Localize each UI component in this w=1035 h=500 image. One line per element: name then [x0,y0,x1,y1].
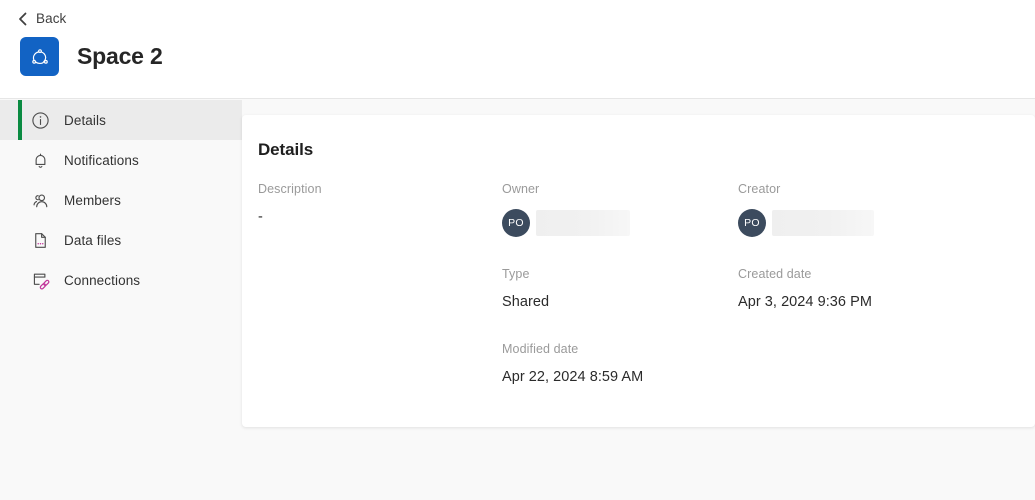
field-value: - [258,209,263,225]
field-owner: Owner PO [502,182,738,237]
sidebar-item-connections[interactable]: Connections [0,260,242,300]
field-value: Apr 3, 2024 9:36 PM [738,294,872,310]
sidebar-item-details[interactable]: Details [0,100,242,140]
field-label: Created date [738,267,812,281]
sidebar-item-members[interactable]: Members [0,180,242,220]
section-title: Details [258,140,314,159]
details-field-list: Description - Owner PO Creator PO Type S… [258,182,1035,387]
field-value: PO [502,209,738,237]
sidebar: Details Notifications Members Data files… [0,100,242,500]
sidebar-item-label: Members [64,192,121,208]
field-created-date: Created date Apr 3, 2024 9:36 PM [738,267,1035,312]
field-label: Owner [502,182,540,196]
people-icon [30,190,50,210]
info-circle-icon [30,110,50,130]
page-title: Space 2 [77,43,163,69]
sidebar-item-label: Connections [64,272,141,288]
field-label: Type [502,267,530,281]
sidebar-item-notifications[interactable]: Notifications [0,140,242,180]
redacted-creator-name [772,210,874,236]
field-type: Type Shared [502,267,738,312]
field-value: Apr 22, 2024 8:59 AM [502,369,644,385]
space-details-page: Back Space 2 Details Notifications Membe… [0,0,1035,500]
back-button[interactable]: Back [14,9,70,28]
sidebar-item-label: Notifications [64,152,139,168]
field-label: Creator [738,182,781,196]
field-label: Description [258,182,322,196]
page-header: Back Space 2 [0,0,1035,99]
back-button-label: Back [36,11,67,26]
sidebar-item-label: Details [64,112,106,128]
redacted-owner-name [536,210,630,236]
sidebar-item-label: Data files [64,232,122,248]
space-ring-icon [20,37,59,76]
chevron-left-icon [18,12,28,26]
details-card: Details Description - Owner PO Creator P… [242,115,1035,427]
bell-icon [30,150,50,170]
field-description: Description - [258,182,502,237]
sidebar-item-data-files[interactable]: Data files [0,220,242,260]
field-label: Modified date [502,342,579,356]
field-value: Shared [502,294,550,310]
field-modified-date: Modified date Apr 22, 2024 8:59 AM [502,342,738,387]
connections-icon [30,270,50,290]
title-row: Space 2 [20,37,163,76]
avatar: PO [738,209,766,237]
field-value: PO [738,209,1035,237]
file-data-icon [30,230,50,250]
field-creator: Creator PO [738,182,1035,237]
avatar: PO [502,209,530,237]
